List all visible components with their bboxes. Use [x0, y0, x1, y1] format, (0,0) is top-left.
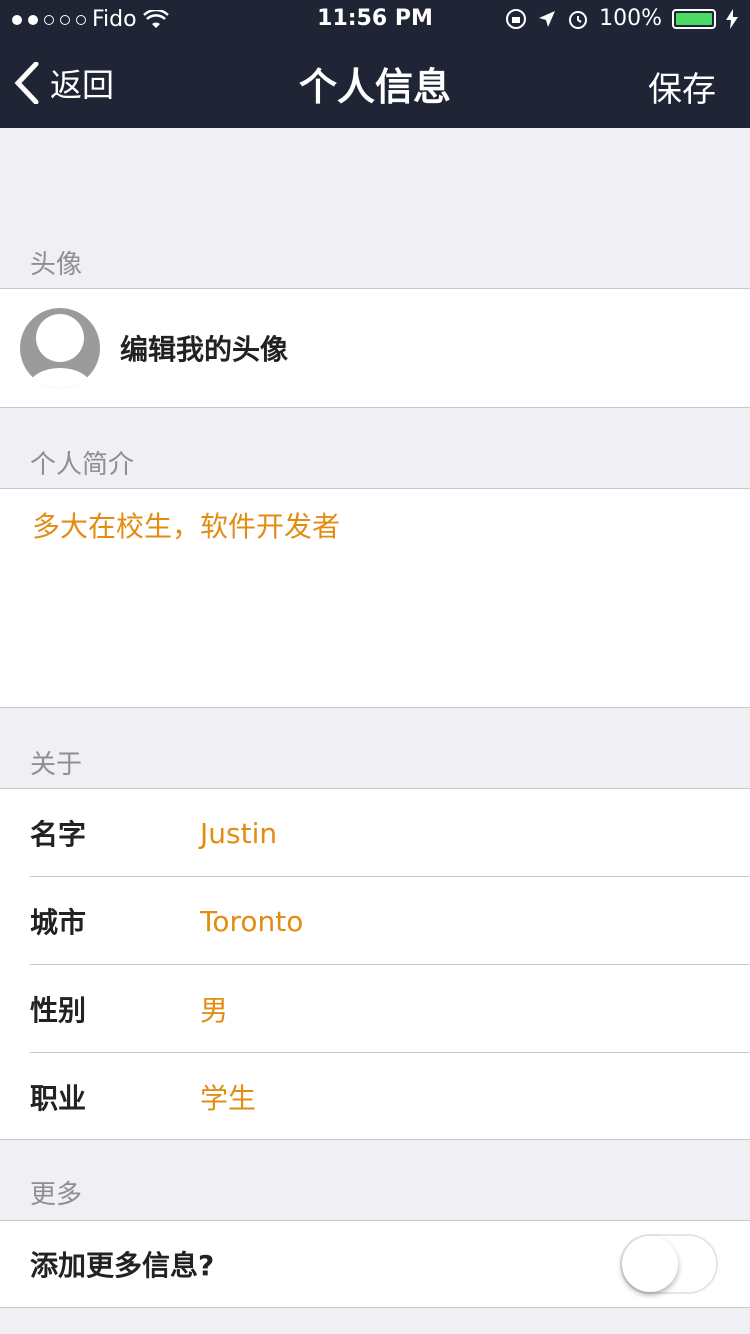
page-title: 个人信息	[298, 65, 451, 109]
charging-bolt-icon	[726, 8, 738, 29]
section-label-about: 关于	[30, 750, 83, 780]
about-row-occupation[interactable]: 职业 学生	[0, 1053, 750, 1141]
toggle-knob	[622, 1236, 678, 1292]
add-more-info-row: 添加更多信息?	[0, 1221, 750, 1307]
field-label: 城市	[30, 906, 87, 939]
status-right: 100%	[505, 6, 738, 31]
avatar-placeholder-icon	[20, 308, 100, 388]
battery-icon	[672, 8, 716, 29]
save-button[interactable]: 保存	[648, 62, 716, 111]
nav-bar: 返回 个人信息 保存	[0, 40, 750, 128]
gender-field[interactable]: 男	[200, 989, 228, 1029]
bio-textarea[interactable]: 多大在校生，软件开发者	[0, 489, 750, 707]
field-label: 职业	[30, 1082, 87, 1115]
field-label: 名字	[30, 818, 87, 851]
about-row-city[interactable]: 城市 Toronto	[0, 877, 750, 965]
city-field[interactable]: Toronto	[200, 905, 303, 938]
field-label: 性别	[30, 994, 87, 1027]
avatar-group: 编辑我的头像	[0, 288, 750, 408]
edit-avatar-row[interactable]: 编辑我的头像	[0, 289, 750, 407]
battery-percent: 100%	[599, 6, 662, 31]
name-field[interactable]: Justin	[200, 817, 277, 850]
more-group: 添加更多信息?	[0, 1220, 750, 1308]
rotation-lock-icon	[506, 8, 527, 29]
location-arrow-icon	[539, 10, 556, 27]
add-more-info-toggle[interactable]	[620, 1234, 718, 1294]
edit-avatar-label: 编辑我的头像	[120, 333, 289, 366]
status-bar: Fido 11:56 PM 100%	[0, 0, 750, 40]
about-row-gender[interactable]: 性别 男	[0, 965, 750, 1053]
section-label-bio: 个人简介	[30, 450, 135, 480]
section-label-more: 更多	[30, 1180, 83, 1210]
about-group: 名字 Justin 城市 Toronto 性别 男 职业 学生	[0, 788, 750, 1140]
occupation-field[interactable]: 学生	[200, 1077, 256, 1117]
section-label-avatar: 头像	[30, 250, 83, 280]
alarm-icon	[569, 10, 588, 29]
add-more-info-label: 添加更多信息?	[30, 1249, 215, 1282]
bio-group: 多大在校生，软件开发者	[0, 488, 750, 708]
about-row-name[interactable]: 名字 Justin	[0, 789, 750, 877]
